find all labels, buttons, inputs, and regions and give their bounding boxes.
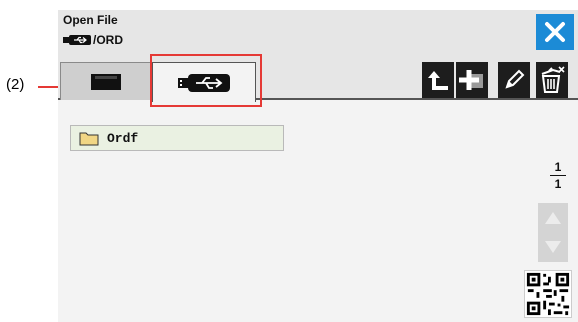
- current-path: /ORD: [63, 32, 123, 48]
- rename-button[interactable]: [498, 62, 530, 98]
- folder-name: Ordf: [107, 130, 139, 146]
- new-folder-button[interactable]: [456, 62, 488, 98]
- usb-drive-icon: [63, 35, 91, 45]
- scroll-down-button[interactable]: [538, 232, 568, 262]
- current-page: 1: [554, 160, 562, 174]
- triangle-up-icon: [545, 212, 561, 224]
- callout-label: (2): [6, 76, 25, 93]
- close-button[interactable]: [536, 14, 574, 50]
- title-bar: Open File /ORD: [58, 10, 578, 58]
- up-folder-button[interactable]: [422, 62, 454, 98]
- callout-highlight-box: [150, 54, 262, 107]
- memory-card-icon: [91, 73, 121, 90]
- page-fraction-bar: [550, 175, 566, 176]
- pencil-icon: [505, 69, 525, 89]
- dialog-title: Open File: [63, 13, 118, 27]
- qr-code-icon[interactable]: [524, 270, 572, 318]
- arrow-up-left-icon: [428, 71, 448, 90]
- total-pages: 1: [554, 177, 562, 191]
- scroll-up-button[interactable]: [538, 203, 568, 233]
- path-text: /ORD: [93, 33, 123, 47]
- trash-icon: [541, 66, 565, 93]
- delete-button[interactable]: [536, 62, 568, 98]
- list-item[interactable]: Ordf: [70, 125, 284, 151]
- tab-internal-memory[interactable]: [60, 62, 152, 100]
- close-x-icon: [545, 22, 565, 42]
- triangle-down-icon: [545, 241, 561, 253]
- page-indicator: 1 1: [548, 160, 568, 191]
- folder-icon: [79, 132, 99, 146]
- open-file-dialog: Open File /ORD Ordf 1 1: [58, 10, 578, 322]
- new-folder-icon: [459, 70, 483, 90]
